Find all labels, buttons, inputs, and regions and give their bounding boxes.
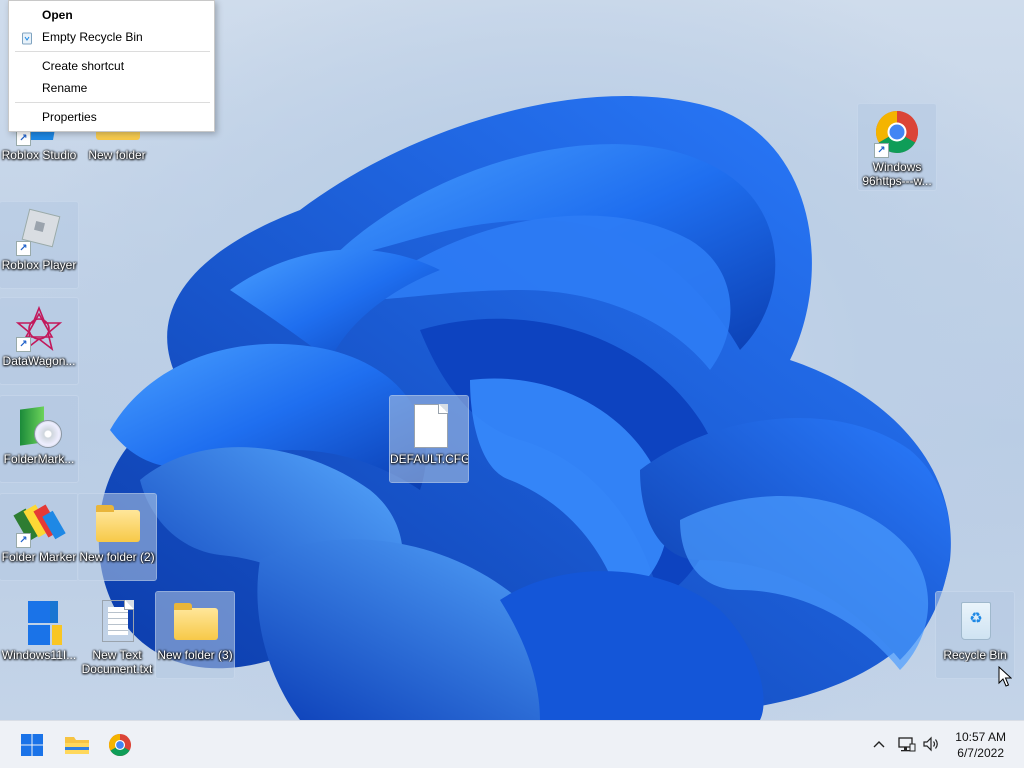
desktop-icon-windows11[interactable]: Windows11I... — [0, 592, 78, 678]
chrome-icon — [108, 733, 132, 757]
desktop-icon-label: New folder (2) — [79, 550, 155, 564]
desktop-icon-label: DEFAULT.CFG — [390, 452, 468, 466]
desktop-icon-label: Windows 96https---w... — [862, 160, 932, 188]
desktop-icon-label: DataWagon... — [2, 354, 76, 368]
file-explorer-icon — [65, 737, 89, 754]
desktop-icon-new-folder-3[interactable]: New folder (3) — [155, 591, 235, 679]
mouse-cursor-icon — [998, 666, 1012, 687]
recycle-bin-icon: ♻ — [950, 598, 1000, 648]
shortcut-arrow-icon: ↗ — [16, 533, 31, 548]
network-icon[interactable] — [896, 733, 918, 755]
context-menu: Open Empty Recycle Bin Create shortcut R… — [8, 0, 215, 132]
menu-item-rename[interactable]: Rename — [9, 77, 214, 99]
desktop-icon-windows96[interactable]: ↗ Windows 96https---w... — [857, 103, 937, 191]
desktop-icon-default-cfg[interactable]: DEFAULT.CFG — [389, 395, 469, 483]
menu-item-empty-recycle-bin[interactable]: Empty Recycle Bin — [9, 26, 214, 48]
menu-separator — [15, 51, 210, 52]
chrome-taskbar-button[interactable] — [104, 729, 136, 761]
recycle-bin-icon — [20, 30, 34, 45]
datawagon-icon: ↗ — [14, 304, 64, 354]
folder-marker-icon: ↗ — [13, 500, 66, 550]
taskbar-clock[interactable]: 10:57 AM 6/7/2022 — [955, 729, 1006, 761]
clock-time: 10:57 AM — [955, 730, 1006, 744]
desktop-icon-folder-marker[interactable]: ↗ Folder Marker — [0, 493, 79, 581]
file-icon — [404, 402, 454, 452]
shortcut-arrow-icon: ↗ — [16, 131, 31, 146]
desktop-icon-label: Roblox Studio — [1, 148, 77, 162]
windows11-logo-icon — [14, 598, 64, 648]
volume-icon[interactable] — [920, 733, 942, 755]
desktop-icon-new-text-document[interactable]: New Text Document.txt — [78, 592, 156, 678]
desktop-icon-foldermark[interactable]: FolderMark... — [0, 395, 79, 483]
desktop-icon-label: New folder (3) — [157, 648, 233, 662]
menu-item-create-shortcut[interactable]: Create shortcut — [9, 55, 214, 77]
show-hidden-icons-chevron-icon[interactable] — [868, 733, 890, 755]
shortcut-arrow-icon: ↗ — [874, 143, 889, 158]
desktop[interactable]: ↗ Roblox Studio New folder ↗ Roblox Play… — [0, 0, 1024, 720]
desktop-icon-label: New Text Document.txt — [81, 648, 153, 676]
shortcut-arrow-icon: ↗ — [16, 337, 31, 352]
desktop-icon-label: FolderMark... — [3, 452, 75, 466]
folder-icon — [170, 598, 220, 648]
taskbar: 10:57 AM 6/7/2022 — [0, 720, 1024, 768]
windows-logo-icon — [21, 734, 43, 756]
text-document-icon — [92, 598, 142, 648]
menu-separator — [15, 102, 210, 103]
chrome-icon: ↗ — [872, 110, 922, 160]
desktop-icon-label: Folder Marker — [1, 550, 77, 564]
desktop-icon-roblox-player[interactable]: ↗ Roblox Player — [0, 201, 79, 289]
shortcut-arrow-icon: ↗ — [16, 241, 31, 256]
desktop-icon-new-folder-2[interactable]: New folder (2) — [77, 493, 157, 581]
folder-icon — [92, 500, 142, 550]
file-explorer-button[interactable] — [61, 729, 93, 761]
menu-item-label: Empty Recycle Bin — [42, 30, 143, 44]
clock-date: 6/7/2022 — [957, 746, 1004, 760]
roblox-player-icon: ↗ — [14, 208, 64, 258]
desktop-icon-datawagon[interactable]: ↗ DataWagon... — [0, 297, 79, 385]
desktop-icon-label: Windows11I... — [1, 648, 77, 662]
menu-item-properties[interactable]: Properties — [9, 106, 214, 128]
desktop-icon-label: Recycle Bin — [943, 648, 1007, 662]
start-button[interactable] — [16, 729, 48, 761]
foldermark-disc-icon — [14, 402, 64, 452]
desktop-icon-label: New folder — [88, 148, 146, 162]
menu-item-open[interactable]: Open — [9, 4, 214, 26]
desktop-icon-label: Roblox Player — [1, 258, 77, 272]
